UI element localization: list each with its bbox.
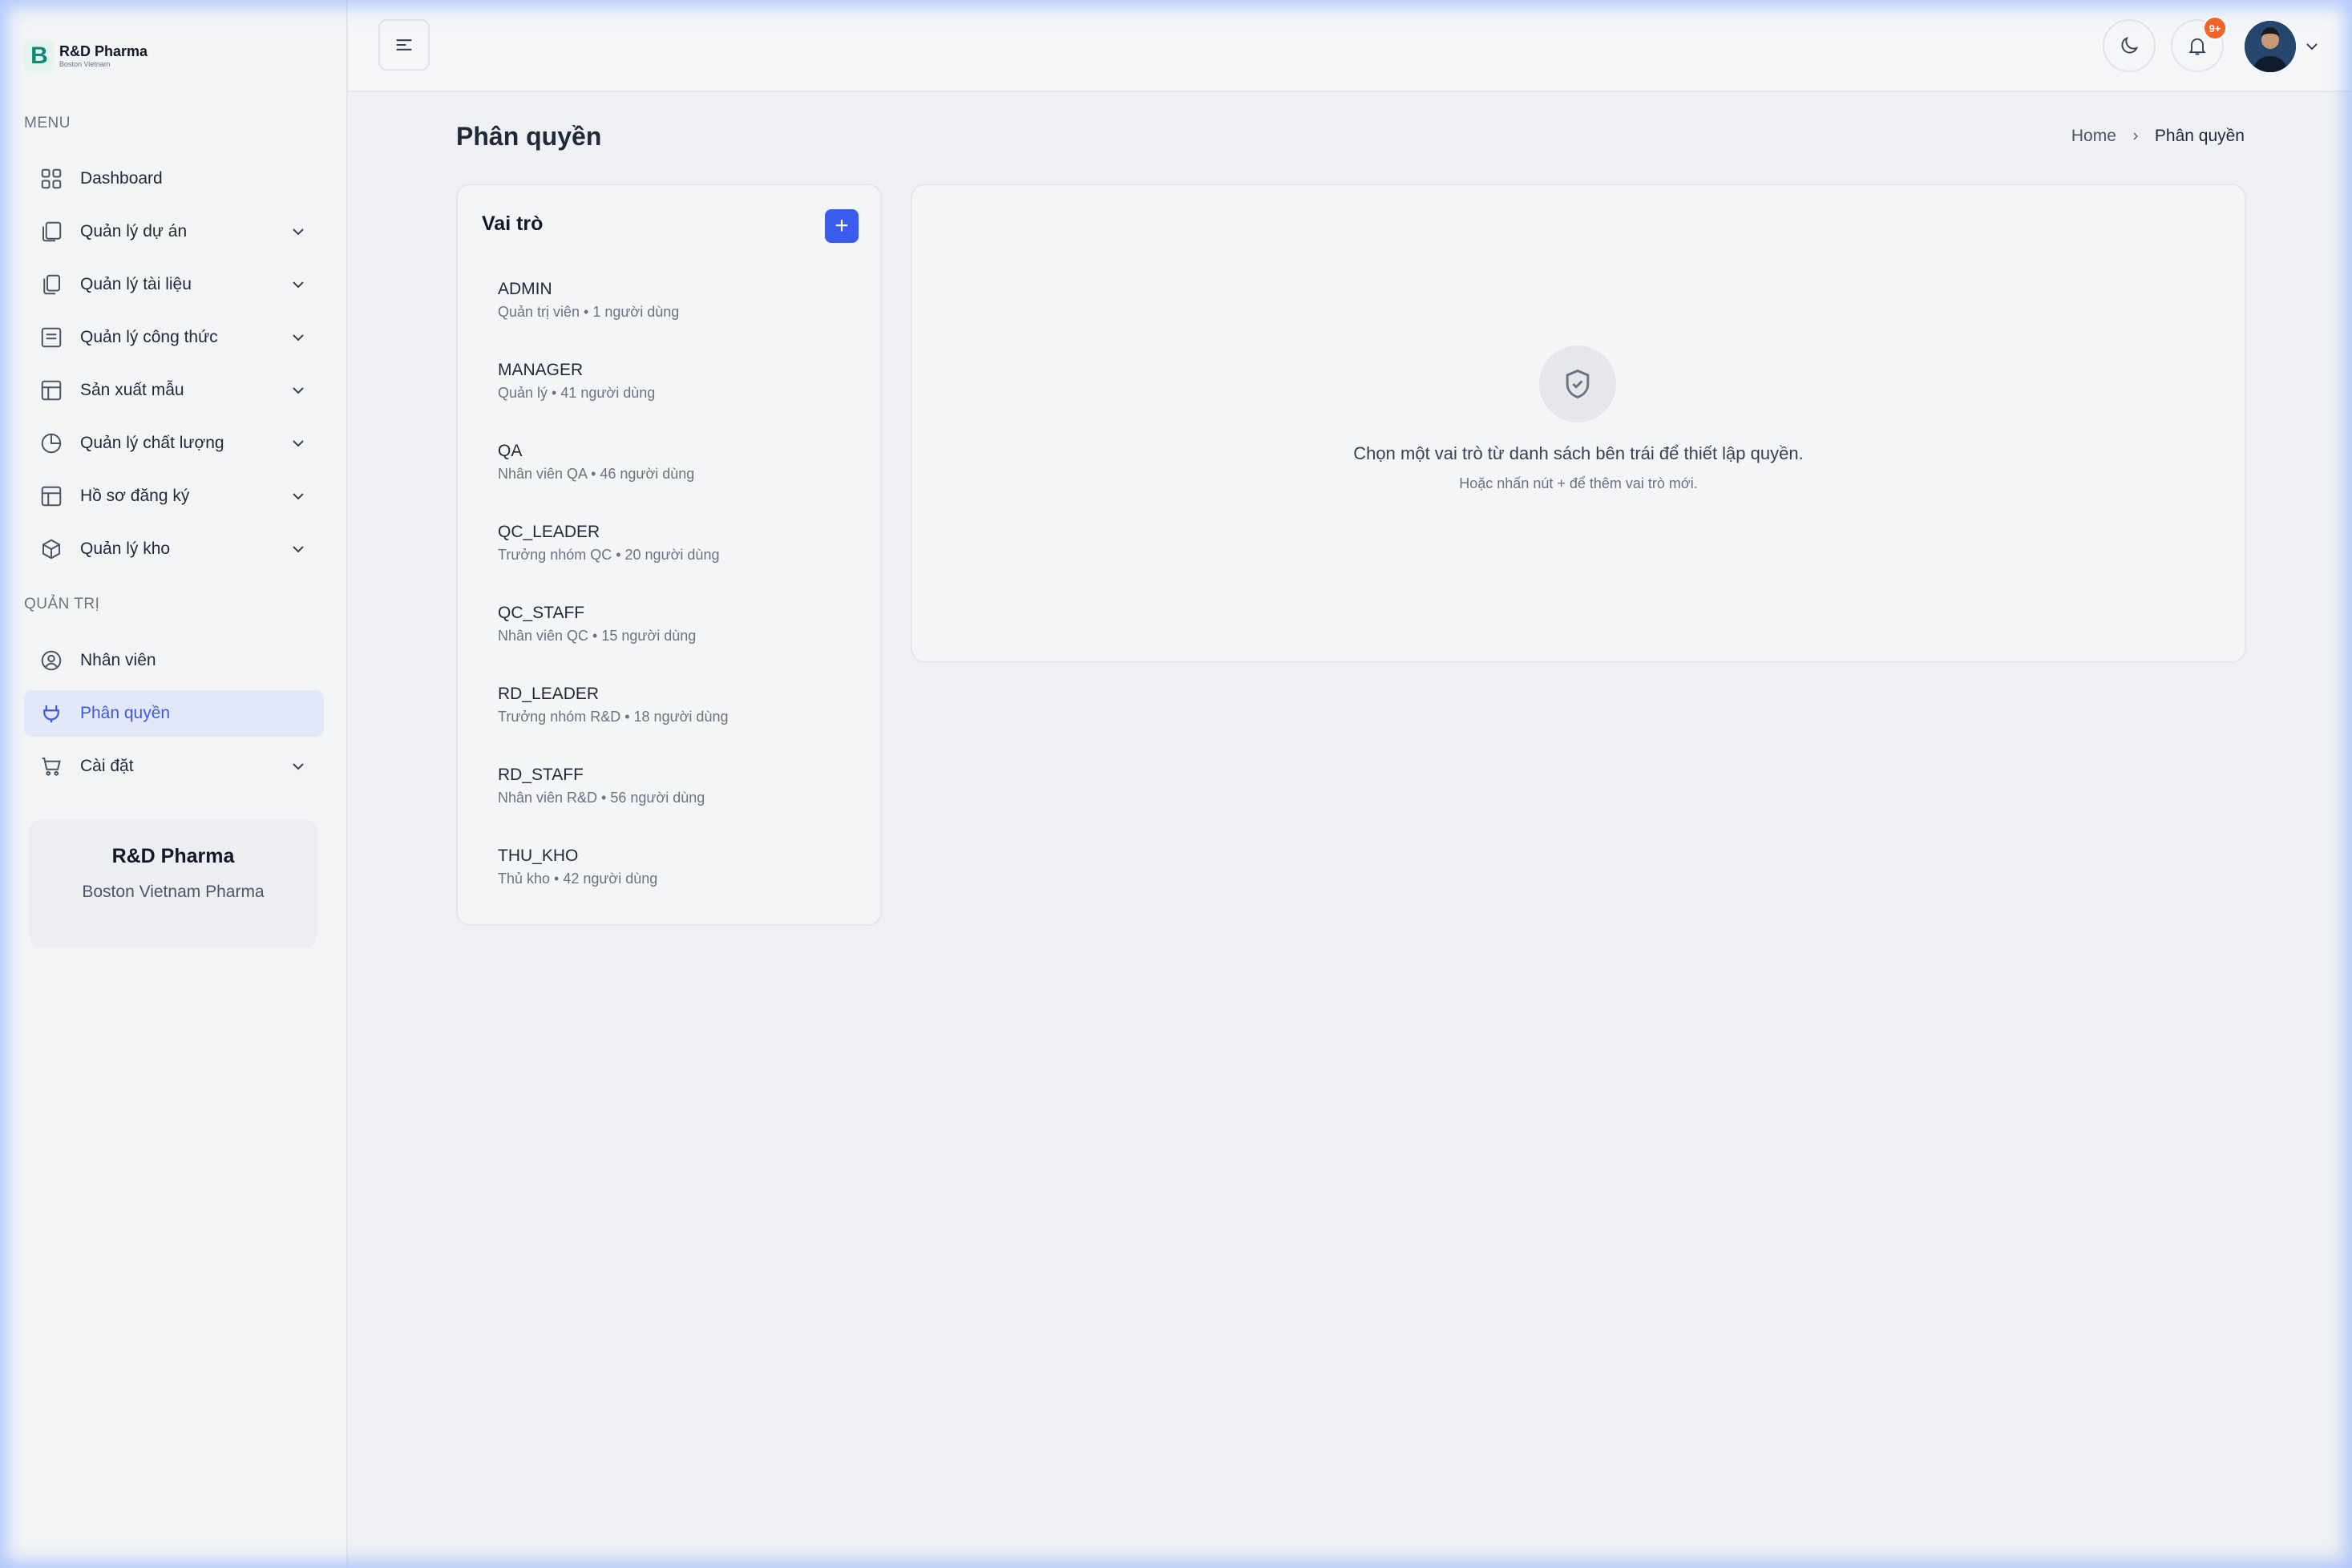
role-list-item[interactable]: THU_KHO Thủ kho • 42 người dùng xyxy=(482,834,859,903)
sidebar-item-employees[interactable]: Nhân viên xyxy=(24,637,324,684)
role-description: Nhân viên QA • 46 người dùng xyxy=(498,466,695,482)
empty-state-hint: Hoặc nhấn nút + để thêm vai trò mới. xyxy=(1459,475,1698,491)
chevron-down-icon xyxy=(293,334,304,341)
role-code: QC_STAFF xyxy=(498,604,585,622)
chevron-down-icon[interactable] xyxy=(2302,37,2322,56)
brand-mark-icon: B xyxy=(24,41,55,71)
sidebar-promo-card: R&D Pharma Boston Vietnam Pharma xyxy=(29,819,317,948)
list-icon xyxy=(38,325,64,350)
breadcrumb: Home Phân quyền xyxy=(2071,127,2245,146)
role-list-item[interactable]: QC_LEADER Trưởng nhóm QC • 20 người dùng xyxy=(482,510,859,579)
promo-title: R&D Pharma xyxy=(111,845,235,867)
brand-logo[interactable]: B R&D Pharma Boston Vietnam xyxy=(24,40,148,72)
sidebar-item-formulas[interactable]: Quản lý công thức xyxy=(24,314,324,361)
sidebar-item-documents[interactable]: Quản lý tài liệu xyxy=(24,261,324,308)
chevron-down-icon xyxy=(293,546,304,553)
avatar[interactable] xyxy=(2245,21,2296,72)
role-list-item[interactable]: RD_STAFF Nhân viên R&D • 56 người dùng xyxy=(482,753,859,822)
box-icon xyxy=(38,536,64,562)
copy-icon xyxy=(38,219,64,244)
theme-toggle-button[interactable] xyxy=(2103,19,2156,72)
notifications-button[interactable]: 9+ xyxy=(2171,16,2227,72)
role-list-item[interactable]: MANAGER Quản lý • 41 người dùng xyxy=(482,348,859,417)
chevron-down-icon xyxy=(293,493,304,500)
grid-icon xyxy=(38,166,64,192)
document-copy-icon xyxy=(38,272,64,297)
menu-toggle-button[interactable] xyxy=(378,19,430,71)
permissions-detail-panel: Chọn một vai trò từ danh sách bên trái đ… xyxy=(911,184,2246,663)
role-list-item[interactable]: RD_LEADER Trưởng nhóm R&D • 18 người dùn… xyxy=(482,672,859,741)
sidebar-item-label: Nhân viên xyxy=(80,651,156,669)
role-description: Thủ kho • 42 người dùng xyxy=(498,871,658,887)
roles-panel: Vai trò + ADMIN Quản trị viên • 1 người … xyxy=(456,184,882,926)
user-avatar-icon xyxy=(2245,21,2296,72)
add-role-button[interactable]: + xyxy=(825,209,859,243)
sidebar-item-label: Cài đặt xyxy=(80,757,134,775)
role-description: Nhân viên R&D • 56 người dùng xyxy=(498,790,705,806)
sidebar-item-label: Quản lý kho xyxy=(80,540,171,558)
top-header xyxy=(348,0,2352,92)
chevron-down-icon xyxy=(293,281,304,289)
breadcrumb-current: Phân quyền xyxy=(2154,127,2245,145)
chevron-down-icon xyxy=(293,228,304,236)
role-code: RD_LEADER xyxy=(498,685,600,703)
sidebar-item-label: Sản xuất mẫu xyxy=(80,381,184,399)
role-list-item[interactable]: QC_STAFF Nhân viên QC • 15 người dùng xyxy=(482,591,859,660)
layout-icon xyxy=(38,483,64,509)
sidebar-item-projects[interactable]: Quản lý dự án xyxy=(24,208,324,255)
sidebar-item-label: Hồ sơ đăng ký xyxy=(80,487,190,505)
role-description: Quản trị viên • 1 người dùng xyxy=(498,304,680,320)
shield-check-icon xyxy=(1539,346,1616,422)
role-description: Quản lý • 41 người dùng xyxy=(498,385,656,401)
sidebar-item-label: Quản lý chất lượng xyxy=(80,434,224,452)
sidebar-item-permissions[interactable]: Phân quyền xyxy=(24,690,324,737)
sidebar-item-sample-production[interactable]: Sản xuất mẫu xyxy=(24,367,324,414)
sidebar: B R&D Pharma Boston Vietnam MENU Dashboa… xyxy=(0,0,348,1568)
empty-state-message: Chọn một vai trò từ danh sách bên trái đ… xyxy=(1353,443,1804,463)
chevron-down-icon xyxy=(293,440,304,447)
role-code: RD_STAFF xyxy=(498,766,584,784)
sidebar-item-warehouse[interactable]: Quản lý kho xyxy=(24,526,324,572)
role-code: QA xyxy=(498,442,523,460)
notification-badge: 9+ xyxy=(2203,16,2227,40)
chevron-right-icon xyxy=(2133,132,2138,140)
plug-icon xyxy=(38,701,64,726)
user-circle-icon xyxy=(38,648,64,673)
sidebar-item-label: Quản lý dự án xyxy=(80,222,188,240)
role-list-item[interactable]: ADMIN Quản trị viên • 1 người dùng xyxy=(482,267,859,336)
role-code: MANAGER xyxy=(498,361,584,379)
chevron-down-icon xyxy=(293,387,304,394)
admin-section-label: QUẢN TRỊ xyxy=(24,596,100,612)
promo-subtitle: Boston Vietnam Pharma xyxy=(82,883,265,901)
bell-icon xyxy=(2188,38,2206,55)
brand-subtitle: Boston Vietnam xyxy=(59,60,111,68)
page-title: Phân quyền xyxy=(456,122,602,151)
sidebar-item-label: Quản lý công thức xyxy=(80,328,218,346)
role-code: QC_LEADER xyxy=(498,523,600,541)
sidebar-item-label: Phân quyền xyxy=(80,704,171,722)
sidebar-item-quality[interactable]: Quản lý chất lượng xyxy=(24,420,324,467)
sidebar-item-label: Dashboard xyxy=(80,169,163,188)
sidebar-item-dashboard[interactable]: Dashboard xyxy=(24,156,324,202)
roles-panel-title: Vai trò xyxy=(482,212,544,235)
brand-name: R&D Pharma xyxy=(59,43,148,59)
sidebar-item-registration[interactable]: Hồ sơ đăng ký xyxy=(24,473,324,519)
chevron-down-icon xyxy=(293,763,304,770)
cart-icon xyxy=(38,754,64,779)
role-code: ADMIN xyxy=(498,280,552,298)
role-description: Trưởng nhóm QC • 20 người dùng xyxy=(498,547,720,563)
breadcrumb-home-link[interactable]: Home xyxy=(2071,127,2116,146)
role-list-item[interactable]: QA Nhân viên QA • 46 người dùng xyxy=(482,429,859,498)
moon-icon xyxy=(2121,36,2139,54)
pie-chart-icon xyxy=(38,430,64,456)
sidebar-item-label: Quản lý tài liệu xyxy=(80,275,192,293)
role-description: Nhân viên QC • 15 người dùng xyxy=(498,628,697,644)
role-code: THU_KHO xyxy=(498,847,579,865)
role-description: Trưởng nhóm R&D • 18 người dùng xyxy=(498,709,729,725)
table-icon xyxy=(38,378,64,403)
sidebar-item-settings[interactable]: Cài đặt xyxy=(24,743,324,790)
menu-icon xyxy=(396,39,412,51)
menu-section-label: MENU xyxy=(24,115,71,131)
